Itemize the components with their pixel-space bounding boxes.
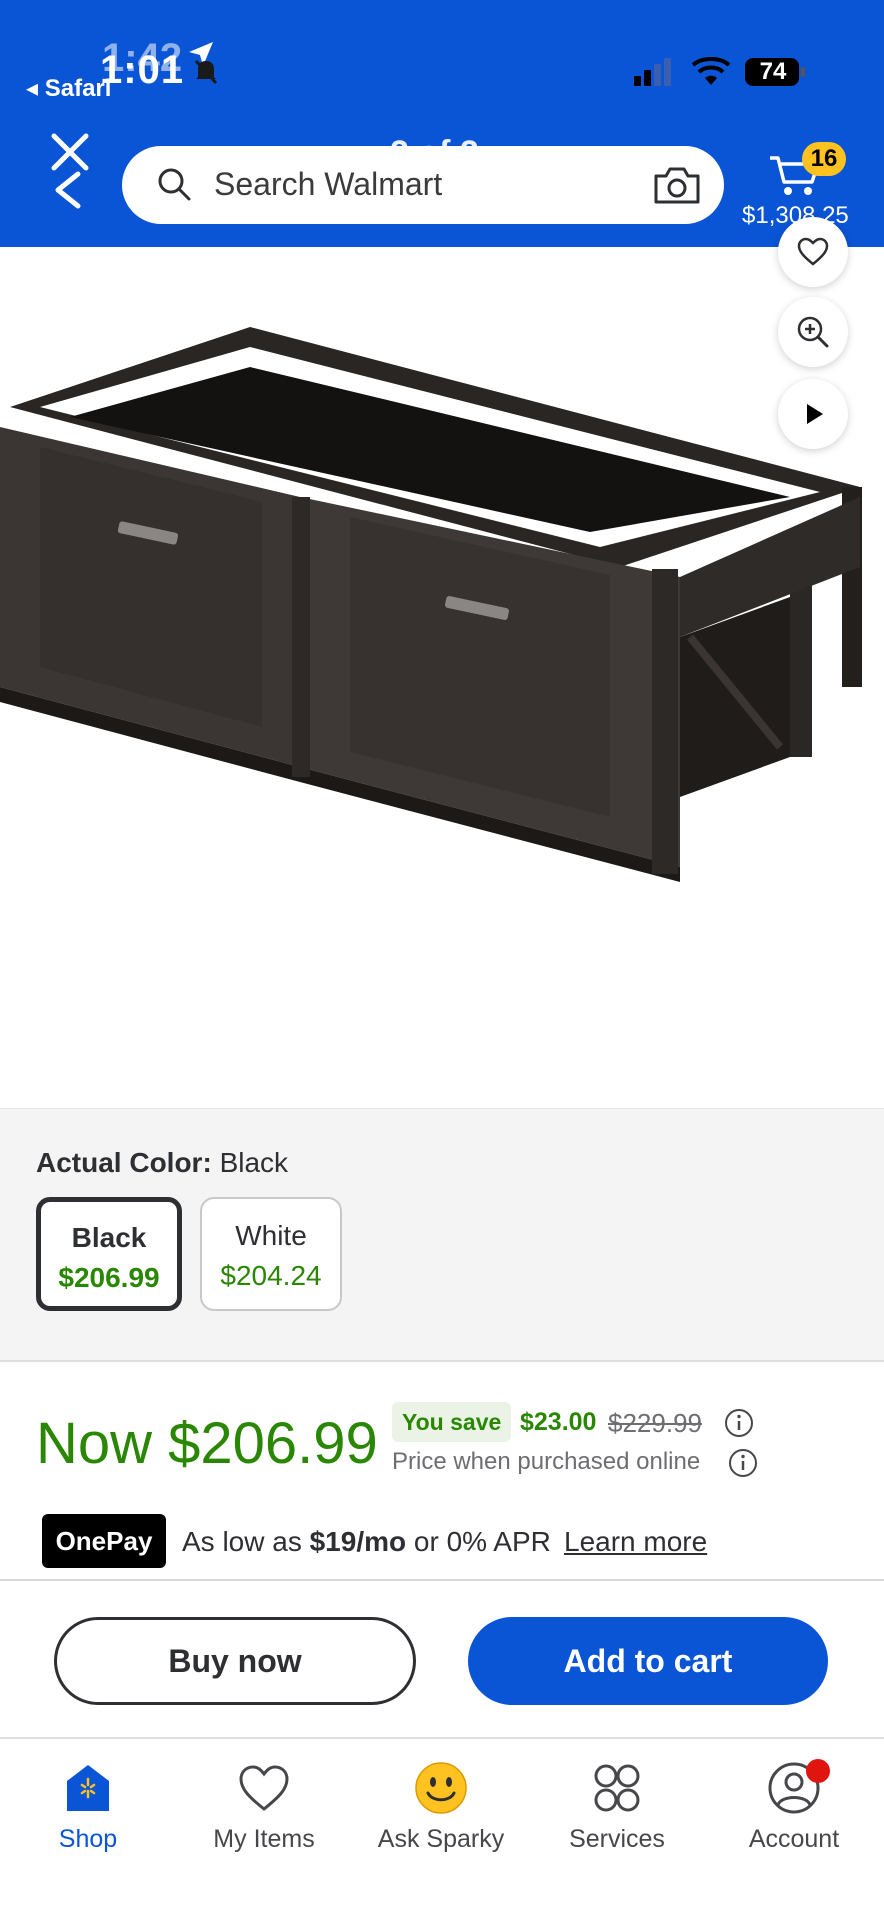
cellular-signal-icon xyxy=(634,58,671,86)
info-icon[interactable] xyxy=(728,1448,758,1478)
search-icon xyxy=(158,168,191,201)
heart-outline-icon xyxy=(797,237,829,266)
actual-color-heading: Actual Color: xyxy=(36,1147,212,1178)
header-bar: 1:42 1:01 ◂ Safari 74 Search Walmart 2 o… xyxy=(0,0,884,247)
buy-now-button[interactable]: Buy now xyxy=(54,1617,416,1705)
sparky-smiley-icon xyxy=(415,1762,467,1814)
price-section: Now $206.99 You save $23.00 $229.99 Pric… xyxy=(0,1364,884,1579)
color-option-name: Black xyxy=(71,1222,147,1253)
battery-level: 74 xyxy=(759,58,787,85)
status-time: 1:01 xyxy=(100,48,185,92)
services-grid-icon xyxy=(594,1764,640,1812)
product-page: 1:42 1:01 ◂ Safari 74 Search Walmart 2 o… xyxy=(0,0,884,1920)
learn-more-link[interactable]: Learn more xyxy=(564,1526,707,1558)
color-option-price: $206.99 xyxy=(58,1262,160,1293)
color-selector: Actual Color: Black Black $206.99 White … xyxy=(0,1108,884,1362)
cart-count-badge: 16 xyxy=(802,142,846,176)
wifi-icon xyxy=(691,57,731,85)
actual-color-label: Actual Color: Black xyxy=(36,1147,288,1179)
nav-services[interactable]: Services xyxy=(537,1759,697,1854)
nav-label: Services xyxy=(569,1825,665,1853)
online-price-note: Price when purchased online xyxy=(392,1448,701,1475)
nav-label: Account xyxy=(748,1825,840,1853)
you-save-badge: You save xyxy=(392,1402,512,1442)
color-option-price: $204.24 xyxy=(220,1260,322,1291)
back-to-safari[interactable]: ◂ Safari xyxy=(26,74,111,103)
actual-color-value: Black xyxy=(219,1147,289,1178)
add-to-cart-button[interactable]: Add to cart xyxy=(468,1617,828,1705)
product-image-carousel[interactable] xyxy=(0,217,884,1291)
nav-shop[interactable]: Shop xyxy=(8,1759,168,1854)
heart-icon xyxy=(239,1765,289,1811)
onepay-offer: As low as $19/mo or 0% APR xyxy=(182,1526,551,1558)
shop-icon xyxy=(67,1765,109,1811)
nav-label: My Items xyxy=(213,1825,315,1853)
was-price: $229.99 xyxy=(608,1408,702,1438)
camera-icon[interactable] xyxy=(652,162,702,208)
page-counter: 2 of 2 xyxy=(390,134,479,172)
play-video-button[interactable] xyxy=(778,379,848,449)
onepay-logo: OnePay xyxy=(42,1514,166,1568)
nav-my-items[interactable]: My Items xyxy=(184,1759,344,1854)
onepay-prefix: As low as xyxy=(182,1526,310,1557)
favorite-button[interactable] xyxy=(778,217,848,287)
onepay-suffix: or 0% APR xyxy=(406,1526,551,1557)
info-icon[interactable] xyxy=(724,1408,754,1438)
nav-ask-sparky[interactable]: Ask Sparky xyxy=(361,1759,521,1854)
purchase-actions: Buy now Add to cart xyxy=(0,1579,884,1739)
zoom-button[interactable] xyxy=(778,297,848,367)
save-amount: $23.00 xyxy=(520,1408,597,1436)
product-image xyxy=(0,327,862,882)
color-option-white[interactable]: White $204.24 xyxy=(200,1197,342,1311)
nav-label: Shop xyxy=(58,1825,118,1853)
nav-label: Ask Sparky xyxy=(377,1825,505,1853)
nav-account[interactable]: Account xyxy=(714,1759,874,1854)
bottom-nav: Shop My Items Ask Sparky Services Accoun… xyxy=(0,1739,884,1920)
zoom-in-icon xyxy=(797,316,829,348)
play-icon xyxy=(807,404,823,424)
now-price: Now $206.99 xyxy=(36,1411,378,1476)
notification-dot xyxy=(806,1759,830,1783)
color-option-name: White xyxy=(235,1220,307,1251)
onepay-amount: $19/mo xyxy=(309,1526,407,1557)
color-option-black[interactable]: Black $206.99 xyxy=(36,1197,182,1311)
close-back-icon[interactable] xyxy=(48,130,92,214)
muted-bell-icon xyxy=(194,59,218,85)
